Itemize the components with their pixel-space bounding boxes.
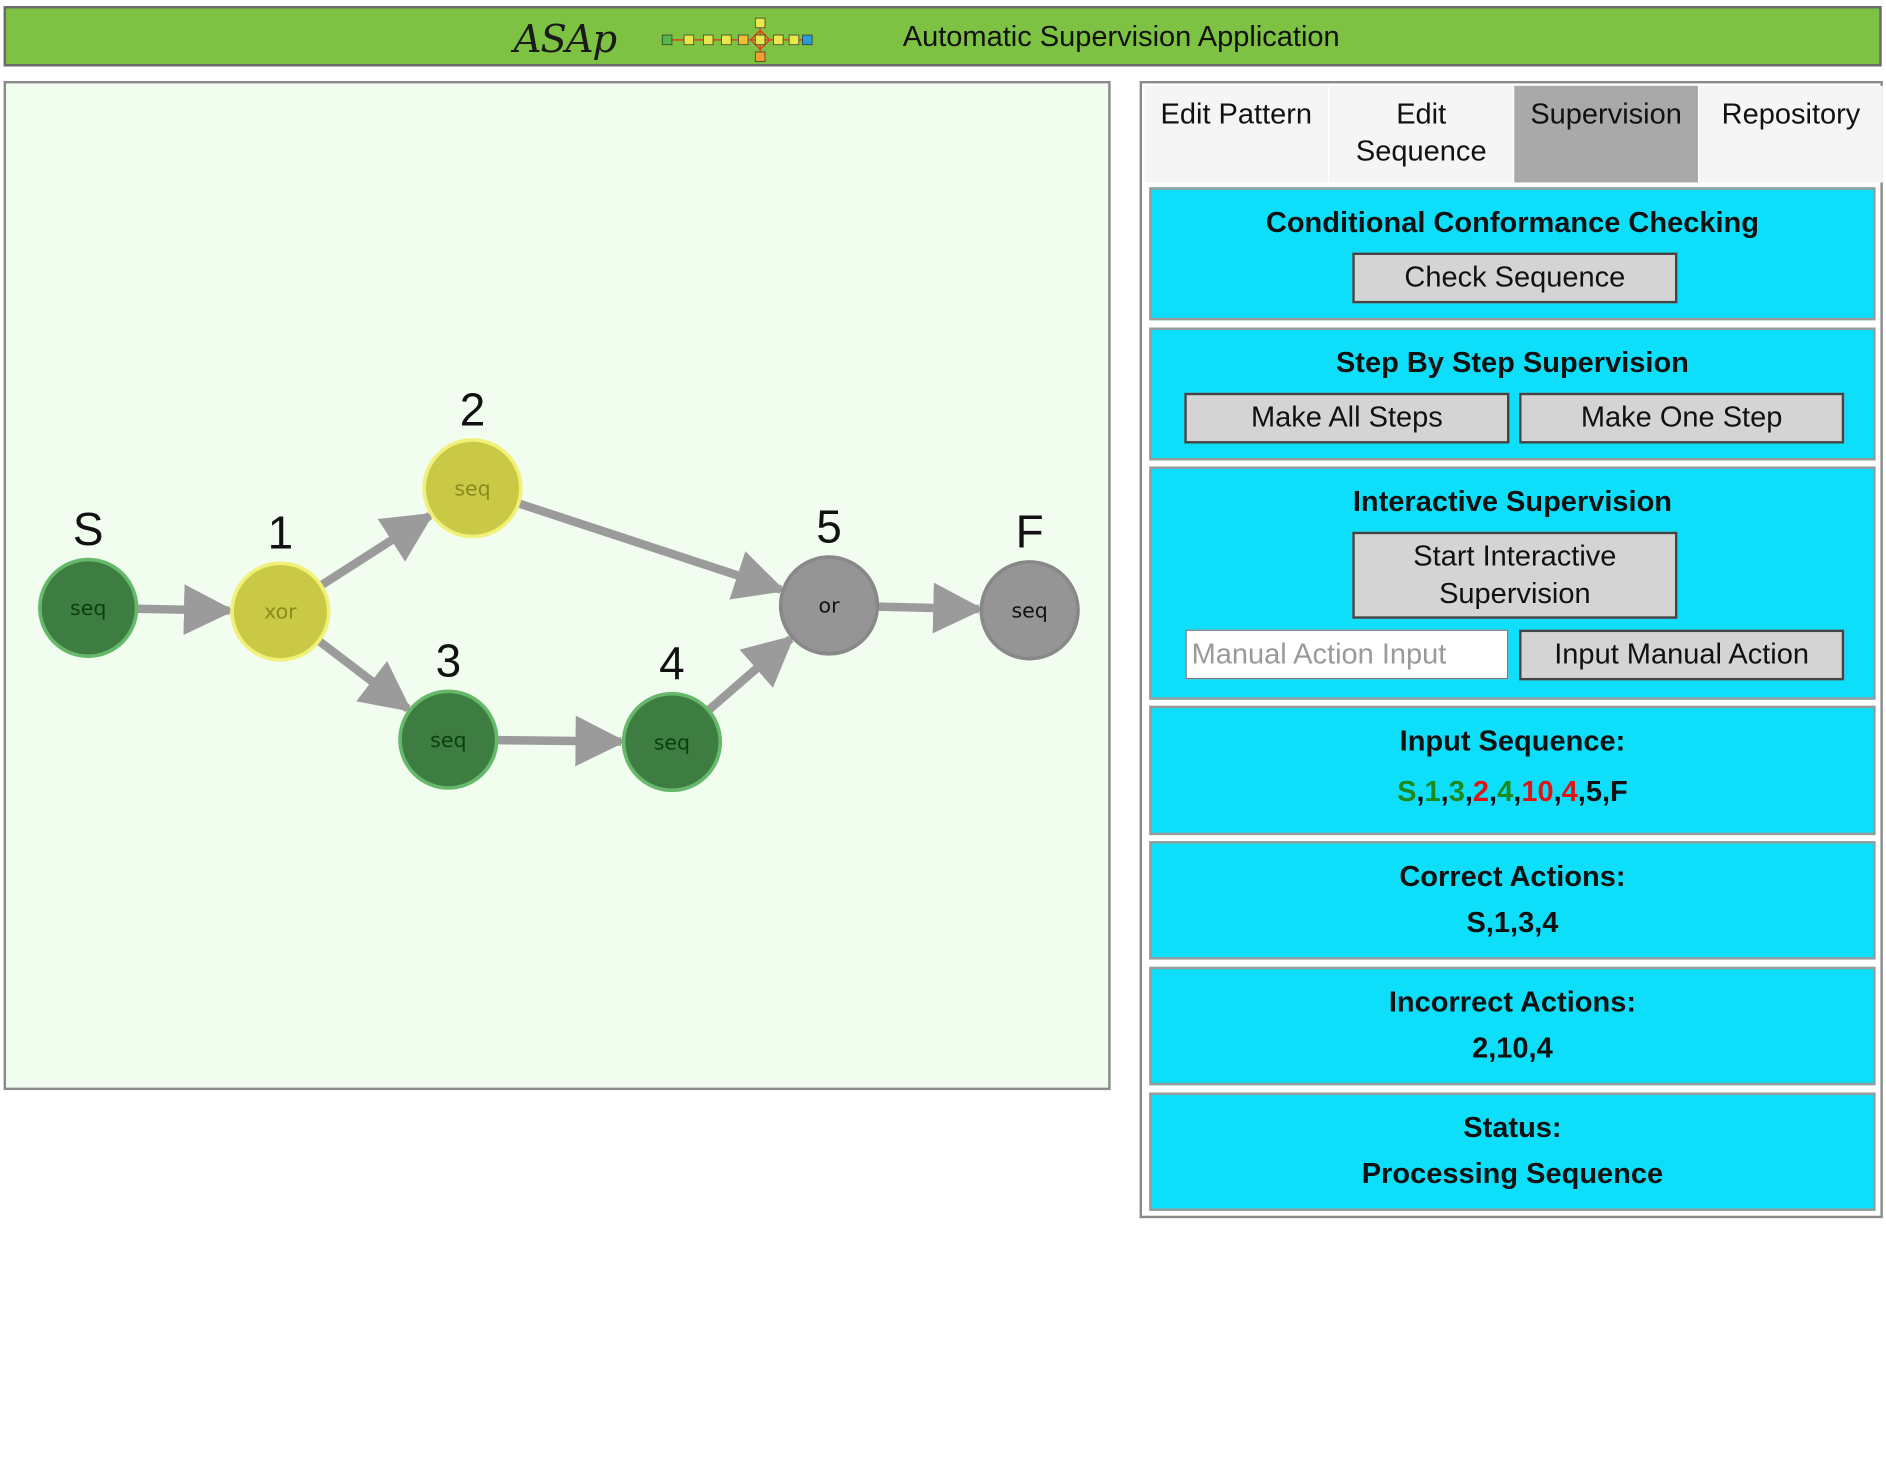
supervision-panel: Edit Pattern Edit Sequence Supervision R… — [1139, 80, 1883, 1219]
graph-node-F[interactable]: seq F — [979, 505, 1080, 661]
input-sequence-separator: , — [1513, 775, 1522, 809]
input-sequence-value: S,1,3,2,4,10,4,5,F — [1152, 776, 1873, 810]
step-by-step-title: Step By Step Supervision — [1335, 346, 1689, 380]
input-sequence-item: S — [1397, 775, 1417, 809]
input-sequence-item: 1 — [1424, 775, 1441, 809]
make-all-steps-button[interactable]: Make All Steps — [1184, 392, 1510, 444]
input-sequence-separator: , — [1416, 775, 1425, 809]
graph-edge-S-1 — [136, 584, 235, 636]
graph-node-S[interactable]: seq S — [38, 503, 139, 659]
tab-repository[interactable]: Repository — [1699, 85, 1883, 183]
graph-node-kind: seq — [430, 728, 466, 752]
graph-node-kind: seq — [454, 476, 490, 500]
input-sequence-separator: , — [1489, 775, 1498, 809]
conformance-title: Conditional Conformance Checking — [1265, 206, 1759, 240]
graph-node-label: 5 — [816, 501, 842, 553]
incorrect-actions-value: 2,10,4 — [1472, 1032, 1553, 1065]
tab-bar: Edit Pattern Edit Sequence Supervision R… — [1144, 85, 1883, 183]
status-card: Status: Processing Sequence — [1149, 1092, 1876, 1211]
input-sequence-card: Input Sequence: S,1,3,2,4,10,4,5,F — [1149, 705, 1876, 836]
input-sequence-item: F — [1610, 775, 1628, 809]
input-sequence-separator: , — [1440, 775, 1449, 809]
graph-edge-5-F — [877, 582, 984, 634]
interactive-supervision-card: Interactive Supervision Start Interactiv… — [1149, 466, 1876, 700]
graph-node-label: 1 — [268, 507, 294, 559]
input-sequence-item: 2 — [1472, 775, 1490, 809]
graph-node-label: S — [73, 503, 104, 555]
graph-node-1[interactable]: xor 1 — [230, 507, 331, 662]
correct-actions-value: S,1,3,4 — [1466, 906, 1559, 940]
input-sequence-item: 4 — [1561, 775, 1578, 809]
input-sequence-title: Input Sequence: — [1399, 725, 1626, 758]
incorrect-actions-title: Incorrect Actions: — [1388, 986, 1636, 1019]
input-sequence-item: 4 — [1497, 775, 1514, 809]
correct-actions-card: Correct Actions: S,1,3,4 — [1149, 841, 1876, 960]
incorrect-actions-card: Incorrect Actions: 2,10,4 — [1149, 966, 1876, 1086]
graph-edge-1-3 — [316, 637, 413, 713]
graph-node-2[interactable]: seq 2 — [422, 383, 523, 539]
graph-edge-1-2 — [318, 512, 435, 589]
graph-node-label: 3 — [436, 635, 462, 687]
status-value: Processing Sequence — [1361, 1157, 1664, 1191]
graph-node-kind: seq — [1011, 599, 1047, 623]
app-title: Automatic Supervision Application — [902, 20, 1340, 54]
graph-edge-4-5 — [705, 635, 795, 714]
graph-node-5[interactable]: or 5 — [778, 501, 880, 656]
pattern-logo-icon — [661, 17, 813, 62]
graph-node-4[interactable]: seq 4 — [621, 637, 723, 793]
input-sequence-item: 5 — [1585, 775, 1602, 809]
make-one-step-button[interactable]: Make One Step — [1519, 392, 1845, 444]
step-by-step-card: Step By Step Supervision Make All Steps … — [1149, 327, 1876, 461]
status-title: Status: — [1463, 1111, 1562, 1145]
interactive-supervision-title: Interactive Supervision — [1352, 485, 1673, 519]
input-sequence-item: 10 — [1521, 775, 1554, 809]
input-sequence-separator: , — [1464, 775, 1473, 809]
tab-supervision[interactable]: Supervision — [1514, 85, 1698, 183]
app-header: ASAp Automatic Supervision Application — [3, 6, 1882, 67]
graph-node-label: 4 — [659, 637, 685, 689]
pattern-graph[interactable]: seq Sxor 1 seq 2 seq 3 seq 4 or 5 seq F — [6, 83, 1108, 1087]
graph-node-kind: or — [819, 594, 841, 618]
check-sequence-button[interactable]: Check Sequence — [1352, 252, 1678, 304]
graph-node-kind: seq — [70, 596, 106, 620]
graph-edge-3-4 — [496, 715, 627, 767]
graph-edge-2-5 — [517, 499, 786, 600]
pattern-graph-canvas[interactable]: seq Sxor 1 seq 2 seq 3 seq 4 or 5 seq F — [3, 80, 1111, 1091]
manual-action-input[interactable] — [1185, 629, 1509, 680]
conformance-card: Conditional Conformance Checking Check S… — [1149, 187, 1876, 321]
app-logo: ASAp — [513, 15, 617, 62]
graph-node-kind: xor — [264, 600, 297, 624]
graph-node-label: F — [1016, 505, 1044, 557]
tab-edit-sequence[interactable]: Edit Sequence — [1329, 85, 1514, 183]
input-manual-action-button[interactable]: Input Manual Action — [1519, 629, 1845, 681]
tab-edit-pattern[interactable]: Edit Pattern — [1144, 85, 1329, 183]
graph-node-kind: seq — [654, 730, 690, 754]
start-interactive-supervision-button[interactable]: Start Interactive Supervision — [1352, 531, 1678, 619]
graph-node-label: 2 — [460, 383, 486, 435]
input-sequence-item: 3 — [1448, 775, 1465, 809]
correct-actions-title: Correct Actions: — [1399, 860, 1626, 894]
graph-node-3[interactable]: seq 3 — [398, 635, 499, 790]
